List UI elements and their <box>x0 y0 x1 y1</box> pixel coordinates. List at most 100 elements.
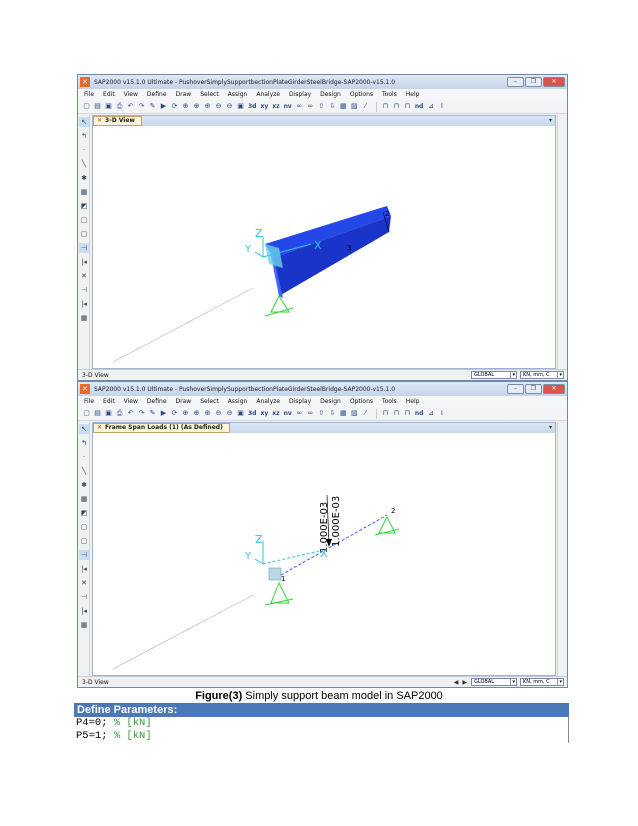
menu-design[interactable]: Design <box>320 91 341 98</box>
refresh-icon[interactable]: ⟳ <box>170 409 179 418</box>
new-file-icon[interactable]: ▢ <box>82 409 91 418</box>
minimize-button[interactable]: – <box>507 77 524 87</box>
up-arrow-icon[interactable]: ⇧ <box>317 102 326 111</box>
section-icon[interactable]: I <box>437 102 446 111</box>
ruler-icon[interactable]: ⁄ <box>361 102 370 111</box>
menu-define[interactable]: Define <box>147 91 167 98</box>
view-tab[interactable]: ✕ 3-D View <box>93 116 142 126</box>
close-button[interactable]: ✕ <box>543 384 565 394</box>
zoom-in-icon[interactable]: ⊕ <box>203 102 212 111</box>
draw-brace-icon[interactable]: ✱ <box>79 480 89 490</box>
3d-model-canvas[interactable]: 3 2 Z X Y <box>93 126 555 368</box>
zoom-extents-icon[interactable]: ⊕ <box>192 409 201 418</box>
units-dropdown[interactable]: KN, mm, C ▾ <box>520 678 564 686</box>
view-tab[interactable]: ✕ Frame Span Loads (1) (As Defined) <box>93 423 230 433</box>
menu-draw[interactable]: Draw <box>176 91 192 98</box>
intersect-icon[interactable]: ⊣ <box>79 592 89 602</box>
clear-selection-icon[interactable]: ✕ <box>79 578 89 588</box>
pencil-icon[interactable]: ✎ <box>148 102 157 111</box>
save-icon[interactable]: ▣ <box>104 409 113 418</box>
run-analysis-icon[interactable]: ▶ <box>159 102 168 111</box>
menu-draw[interactable]: Draw <box>176 398 192 405</box>
deselect-icon[interactable]: |◂ <box>79 299 89 309</box>
rotate-icon[interactable]: ∞ <box>306 102 315 111</box>
redo-icon[interactable]: ↷ <box>137 409 146 418</box>
menu-select[interactable]: Select <box>200 91 219 98</box>
draw-brace-icon[interactable]: ✱ <box>79 173 89 183</box>
up-arrow-icon[interactable]: ⇧ <box>317 409 326 418</box>
menu-analyze[interactable]: Analyze <box>256 398 280 405</box>
menu-define[interactable]: Define <box>147 398 167 405</box>
reshaper-icon[interactable]: ↰ <box>79 438 89 448</box>
print-icon[interactable]: ⎙ <box>115 102 124 111</box>
3d-view-button[interactable]: 3d <box>247 409 257 418</box>
refresh-icon[interactable]: ⟳ <box>170 102 179 111</box>
deselect-icon[interactable]: |◂ <box>79 606 89 616</box>
chart-icon[interactable]: ⊿ <box>426 102 435 111</box>
down-arrow-icon[interactable]: ⇩ <box>328 409 337 418</box>
xz-view-button[interactable]: xz <box>271 102 280 111</box>
select-prev-icon[interactable]: |◂ <box>79 257 89 267</box>
rotate-icon[interactable]: ∞ <box>306 409 315 418</box>
open-folder-icon[interactable]: ▤ <box>93 102 102 111</box>
frame-icon[interactable]: ⊓ <box>381 102 390 111</box>
pointer-icon[interactable]: ↖ <box>79 424 89 434</box>
draw-grid-icon[interactable]: ▦ <box>79 187 89 197</box>
close-tab-icon[interactable]: ✕ <box>97 117 102 125</box>
pencil-icon[interactable]: ✎ <box>148 409 157 418</box>
draw-area-icon[interactable]: ◩ <box>79 508 89 518</box>
draw-area-icon[interactable]: ◩ <box>79 201 89 211</box>
draw-link-icon[interactable]: ▢ <box>79 229 89 239</box>
draw-grid-icon[interactable]: ▦ <box>79 494 89 504</box>
image-icon[interactable]: ▨ <box>350 102 359 111</box>
close-tab-icon[interactable]: ✕ <box>97 424 102 432</box>
coordinate-system-dropdown[interactable]: GLOBAL ▾ <box>471 678 517 686</box>
tab-dropdown-icon[interactable]: ▾ <box>549 117 552 124</box>
menu-file[interactable]: File <box>84 91 94 98</box>
zoom-prev-icon[interactable]: ⊖ <box>225 409 234 418</box>
close-button[interactable]: ✕ <box>543 77 565 87</box>
menu-view[interactable]: View <box>124 398 138 405</box>
zoom-prev-icon[interactable]: ⊖ <box>225 102 234 111</box>
menu-display[interactable]: Display <box>289 91 311 98</box>
set-display-icon[interactable]: ▦ <box>339 102 348 111</box>
select-prev-icon[interactable]: |◂ <box>79 564 89 574</box>
section-icon[interactable]: I <box>437 409 446 418</box>
menu-analyze[interactable]: Analyze <box>256 91 280 98</box>
draw-point-icon[interactable]: · <box>79 452 89 462</box>
menu-options[interactable]: Options <box>350 91 373 98</box>
coordinate-system-dropdown[interactable]: GLOBAL ▾ <box>471 371 517 379</box>
nd-button[interactable]: nd <box>414 409 425 418</box>
run-analysis-icon[interactable]: ▶ <box>159 409 168 418</box>
zoom-out-icon[interactable]: ⊖ <box>214 409 223 418</box>
menu-help[interactable]: Help <box>406 398 420 405</box>
menu-tools[interactable]: Tools <box>382 91 397 98</box>
previous-arrow-icon[interactable]: ◀ <box>454 679 459 686</box>
frame-2-icon[interactable]: ⊓ <box>392 409 401 418</box>
menu-select[interactable]: Select <box>200 398 219 405</box>
units-dropdown[interactable]: KN, mm, C ▾ <box>520 371 564 379</box>
menu-options[interactable]: Options <box>350 398 373 405</box>
ruler-icon[interactable]: ⁄ <box>361 409 370 418</box>
draw-frame-icon[interactable]: ╲ <box>79 466 89 476</box>
undo-icon[interactable]: ↶ <box>126 409 135 418</box>
perspective-icon[interactable]: ∞ <box>295 102 304 111</box>
open-folder-icon[interactable]: ▤ <box>93 409 102 418</box>
zoom-extents-icon[interactable]: ⊕ <box>192 102 201 111</box>
draw-link-icon[interactable]: ▢ <box>79 536 89 546</box>
image-icon[interactable]: ▨ <box>350 409 359 418</box>
tab-dropdown-icon[interactable]: ▾ <box>549 424 552 431</box>
menu-help[interactable]: Help <box>406 91 420 98</box>
menu-display[interactable]: Display <box>289 398 311 405</box>
frame-2-icon[interactable]: ⊓ <box>392 102 401 111</box>
frame-3-icon[interactable]: ⊓ <box>403 409 412 418</box>
intersect-icon[interactable]: ⊣ <box>79 285 89 295</box>
next-arrow-icon[interactable]: ▶ <box>462 679 467 686</box>
pointer-icon[interactable]: ↖ <box>79 117 89 127</box>
nd-button[interactable]: nd <box>414 102 425 111</box>
yz-view-button[interactable]: nv <box>283 102 293 111</box>
draw-solid-icon[interactable]: ▢ <box>79 215 89 225</box>
3d-view-button[interactable]: 3d <box>247 102 257 111</box>
menu-view[interactable]: View <box>124 91 138 98</box>
xz-view-button[interactable]: xz <box>271 409 280 418</box>
